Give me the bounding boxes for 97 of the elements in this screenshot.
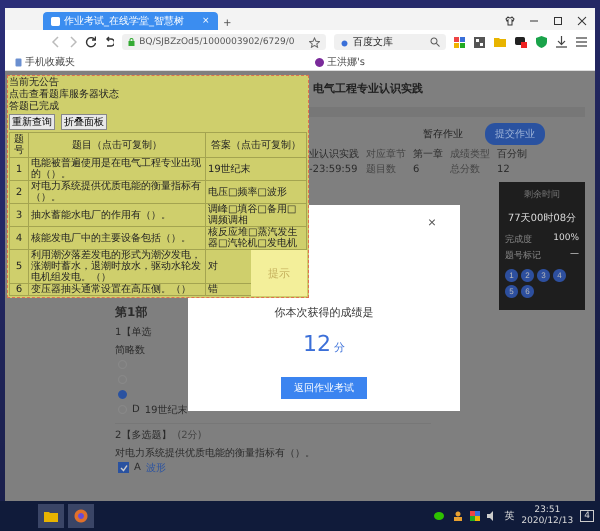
countdown-text: 77天00时08分 bbox=[506, 212, 578, 225]
info-value: 第一章 bbox=[413, 149, 443, 161]
hint-tooltip: 提示 bbox=[251, 250, 307, 296]
option-letter: A bbox=[134, 462, 141, 473]
chat-icon[interactable] bbox=[434, 511, 446, 521]
info-value: 百分制 bbox=[497, 149, 527, 161]
search-field[interactable]: 百度文库 bbox=[334, 34, 446, 50]
address-bar[interactable]: BQ/SJBZzOd5/1000003902/6729/0 bbox=[122, 34, 326, 50]
question-number-button[interactable]: 6 bbox=[521, 285, 534, 298]
clock[interactable]: 23:51 2020/12/13 bbox=[521, 505, 574, 527]
info-label: 总分数 bbox=[450, 164, 481, 176]
checkbox[interactable] bbox=[118, 462, 129, 473]
panel-button[interactable]: 折叠面板 bbox=[61, 114, 107, 130]
table-cell: 4 bbox=[10, 226, 28, 250]
question-number-button[interactable]: 2 bbox=[521, 269, 534, 282]
answer-cell[interactable]: 调峰□填谷□备用□调频调相 bbox=[206, 204, 306, 226]
table-cell: 1 bbox=[10, 158, 28, 180]
info-label: 题目数 bbox=[366, 164, 397, 176]
reload-icon[interactable] bbox=[84, 36, 96, 48]
search-icon[interactable] bbox=[430, 37, 440, 47]
question-number: 2【多选题】 bbox=[115, 428, 172, 442]
bookmark-link[interactable]: 王洪娜's bbox=[315, 55, 365, 69]
star-icon[interactable] bbox=[309, 36, 320, 48]
option-text: 19世纪末 bbox=[144, 404, 188, 416]
lock-icon bbox=[128, 38, 136, 46]
stat-label: 完成度 bbox=[505, 234, 532, 247]
file-explorer-button[interactable] bbox=[38, 504, 64, 528]
question-text: 简略数 bbox=[115, 344, 145, 357]
score-value: 12 bbox=[303, 332, 331, 357]
question-cell[interactable]: 变压器抽头通常设置在高压侧。（） bbox=[28, 284, 206, 296]
browser-button[interactable] bbox=[68, 504, 94, 528]
table-cell: 6 bbox=[10, 284, 28, 296]
people-icon[interactable] bbox=[453, 511, 464, 521]
info-value: 12 bbox=[497, 164, 511, 176]
status-line[interactable]: 点击查看题库服务器状态 bbox=[9, 89, 307, 101]
submit-button[interactable]: 提交作业 bbox=[485, 123, 545, 145]
bookmark-link[interactable]: 手机收藏夹 bbox=[15, 55, 75, 69]
question-cell[interactable]: 利用潮汐落差发电的形式为潮汐发电，涨潮时蓄水，退潮时放水，驱动水轮发电机组发电。（） bbox=[28, 250, 206, 284]
radio-button[interactable] bbox=[118, 390, 127, 399]
column-header: 答案（点击可复制） bbox=[206, 132, 306, 158]
stat-value: 100% bbox=[553, 233, 579, 245]
phone-icon bbox=[15, 58, 22, 66]
column-header: 题号 bbox=[10, 132, 28, 158]
return-button[interactable]: 返回作业考试 bbox=[281, 377, 367, 399]
info-label: 成绩类型 bbox=[450, 149, 490, 161]
section-heading: 第1部 bbox=[115, 304, 148, 321]
stat-value: — bbox=[570, 249, 579, 261]
answer-cell[interactable]: 19世纪末 bbox=[206, 158, 306, 180]
question-number-button[interactable]: 1 bbox=[505, 269, 518, 282]
notification-button[interactable]: 4 bbox=[580, 510, 594, 522]
column-header: 题目（点击可复制） bbox=[28, 132, 206, 158]
url-text: BQ/SJBZzOd5/1000003902/6729/0 bbox=[139, 37, 294, 47]
score-unit: 分 bbox=[334, 340, 345, 355]
undo-icon[interactable] bbox=[104, 36, 114, 48]
info-text: 业认识实践 bbox=[309, 149, 359, 161]
table-cell: 5 bbox=[10, 250, 28, 284]
info-text: -23:59:59 bbox=[309, 164, 359, 176]
dialog-heading: 你本次获得的成绩是 bbox=[274, 305, 374, 320]
browser-logo-icon bbox=[74, 509, 88, 523]
shirt-icon[interactable] bbox=[505, 16, 515, 26]
download-icon[interactable] bbox=[556, 36, 567, 48]
site-icon bbox=[51, 16, 60, 26]
info-value: 6 bbox=[413, 164, 420, 176]
status-line[interactable]: 答题已完成 bbox=[9, 101, 307, 113]
question-cell[interactable]: 对电力系统提供优质电能的衡量指标有（）。 bbox=[28, 180, 206, 204]
panel-title: 剩余时间 bbox=[523, 188, 561, 201]
close-icon[interactable] bbox=[577, 16, 587, 26]
info-label: 对应章节 bbox=[366, 149, 406, 161]
question-cell[interactable]: 电能被普遍使用是在电气工程专业出现的（）。 bbox=[28, 158, 206, 180]
option-letter: D bbox=[132, 404, 140, 415]
folder-icon bbox=[44, 510, 58, 522]
maximize-icon[interactable] bbox=[553, 16, 563, 26]
question-number-button[interactable]: 5 bbox=[505, 285, 518, 298]
input-method-indicator[interactable]: 英 bbox=[504, 509, 514, 523]
grid-icon[interactable] bbox=[454, 36, 465, 48]
panel-button[interactable]: 重新查询 bbox=[9, 114, 55, 130]
question-cell[interactable]: 核能发电厂中的主要设备包括（）。 bbox=[28, 226, 206, 250]
qr-code-icon[interactable] bbox=[474, 36, 485, 48]
option-text: 波形 bbox=[146, 462, 166, 474]
menu-icon[interactable] bbox=[576, 37, 587, 47]
question-number: 1【单选 bbox=[115, 326, 152, 339]
close-button[interactable]: × bbox=[422, 213, 442, 231]
question-points: (2分) bbox=[177, 429, 202, 442]
question-number-button[interactable]: 3 bbox=[537, 269, 550, 282]
question-text: 对电力系统提供优质电能的衡量指标有（）。 bbox=[115, 446, 315, 460]
status-line[interactable]: 当前无公告 bbox=[9, 77, 307, 89]
question-number-button[interactable]: 4 bbox=[553, 269, 566, 282]
stat-label: 题号标记 bbox=[505, 250, 541, 263]
course-title: 电气工程专业认识实践 bbox=[313, 81, 423, 97]
answer-cell[interactable]: 电压□频率□波形 bbox=[206, 180, 306, 204]
question-cell[interactable]: 抽水蓄能水电厂的作用有（）。 bbox=[28, 204, 206, 226]
tiles-icon[interactable] bbox=[470, 511, 480, 521]
shield-icon[interactable] bbox=[536, 36, 547, 48]
new-tab-button[interactable]: + bbox=[224, 15, 232, 30]
table-cell: 3 bbox=[10, 204, 28, 226]
table-cell: 2 bbox=[10, 180, 28, 204]
badge-icon bbox=[315, 58, 324, 66]
